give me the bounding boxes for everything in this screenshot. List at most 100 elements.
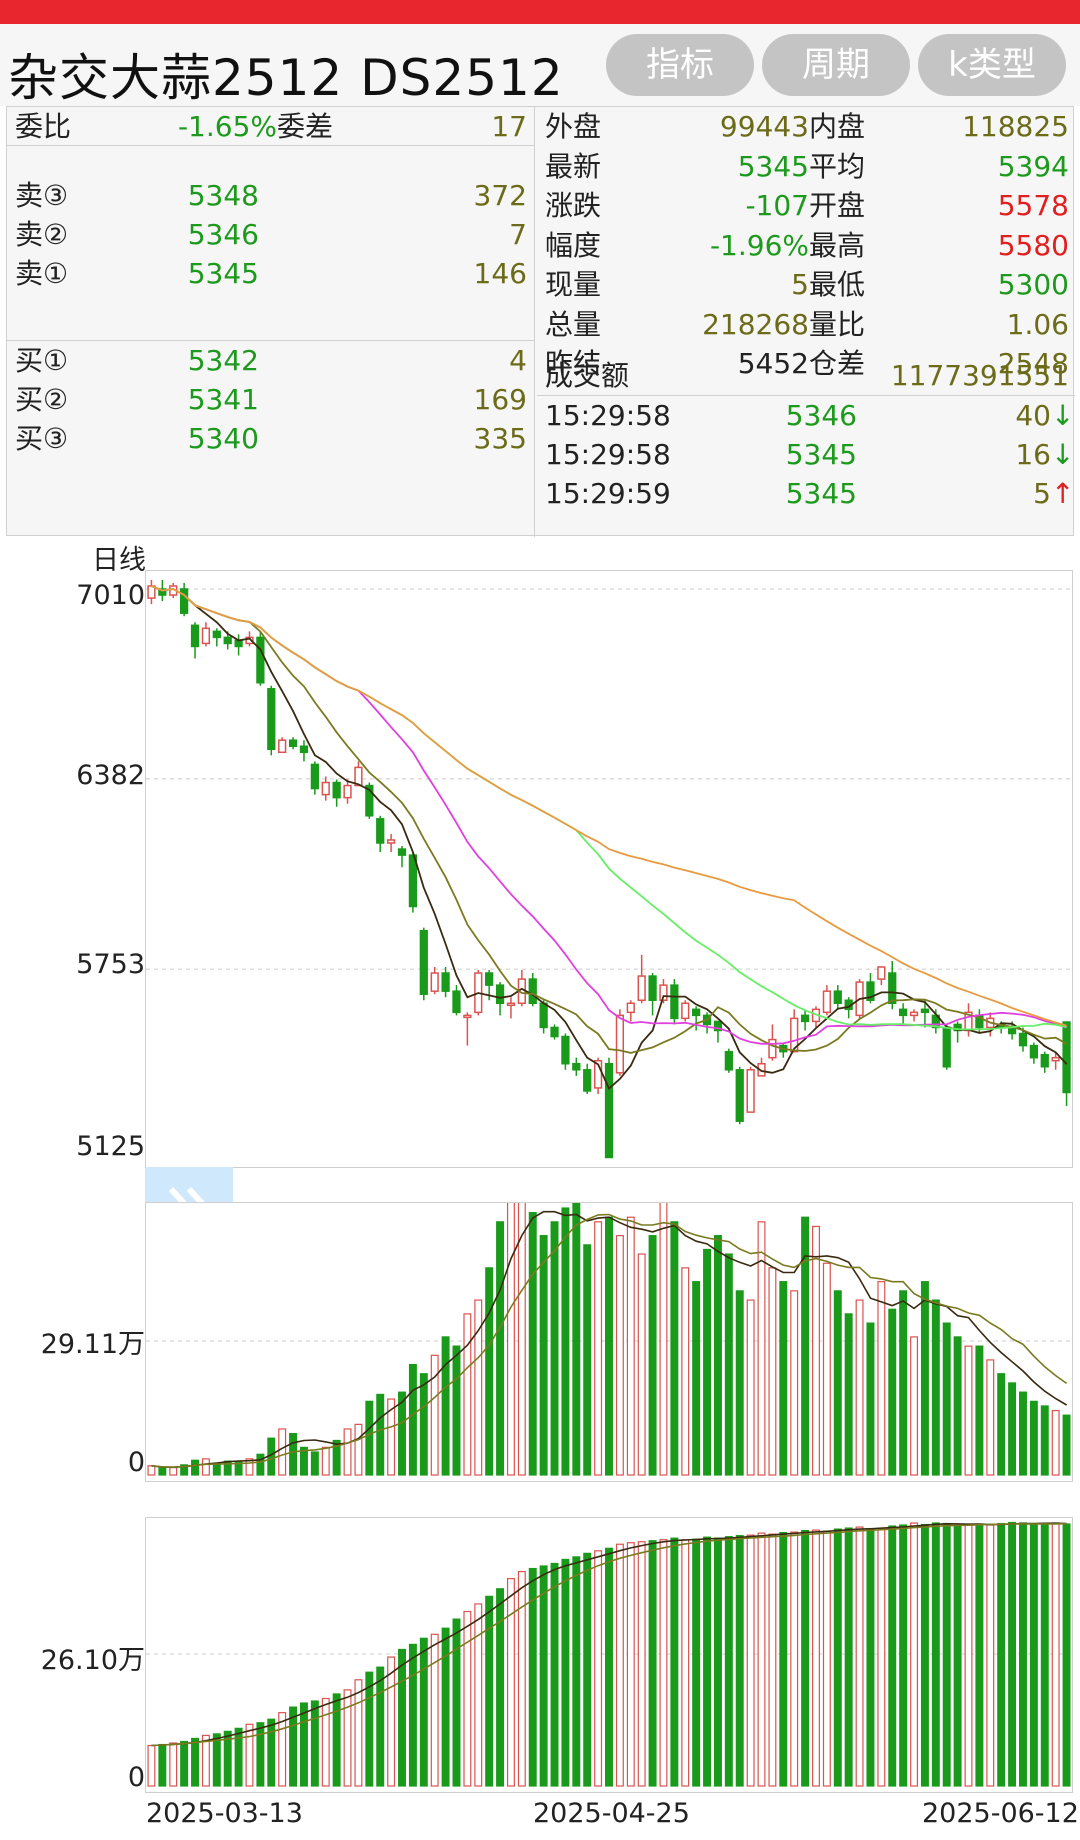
bar	[572, 1556, 581, 1787]
ma5-line	[151, 585, 1068, 1090]
bar	[332, 1693, 341, 1787]
bar	[474, 1603, 483, 1787]
stat-label: 总量	[545, 307, 602, 341]
stat-label: 量比	[809, 307, 866, 341]
bar	[419, 1637, 428, 1787]
candle-body	[1040, 1053, 1049, 1068]
stat-label: 涨跌	[545, 189, 602, 222]
open-interest-chart[interactable]	[145, 1517, 1073, 1793]
candle-body	[692, 1008, 701, 1017]
bar	[626, 1216, 635, 1476]
bar	[506, 1188, 515, 1476]
candle-body	[768, 1038, 777, 1059]
candle-body	[572, 1062, 581, 1071]
bar	[877, 1527, 886, 1787]
bar	[169, 1742, 178, 1787]
bar	[419, 1373, 428, 1476]
bar	[1040, 1405, 1049, 1476]
bar	[866, 1322, 875, 1476]
weicha-label: 委差	[277, 110, 334, 143]
bar	[354, 1423, 363, 1476]
candle-body	[223, 636, 232, 645]
candle-body	[299, 745, 309, 754]
bar	[855, 1526, 864, 1787]
bar	[561, 1207, 570, 1476]
divider	[537, 395, 1075, 396]
candle-body	[234, 639, 243, 648]
period-button[interactable]: 周期	[762, 34, 910, 96]
bar	[387, 1656, 396, 1787]
bar	[408, 1363, 417, 1476]
bar	[899, 1290, 908, 1476]
page-title: 杂交大蒜2512 DS2512	[8, 49, 564, 107]
candle-body	[386, 839, 396, 844]
y-tick-label: 6382	[76, 760, 145, 791]
stat-row: 最新 5345 平均 5394	[537, 148, 1075, 186]
bar	[1029, 1400, 1038, 1476]
ask-price: 5346	[187, 218, 259, 251]
bar	[278, 1428, 287, 1476]
ask-label: 卖②	[15, 218, 69, 251]
candle-body	[528, 978, 537, 1005]
bar	[833, 1290, 842, 1476]
bid-label: 买③	[15, 422, 69, 455]
candle-body	[920, 1008, 930, 1014]
stat-row: 外盘 99443 内盘 118825	[537, 108, 1075, 146]
bar	[583, 1552, 592, 1787]
kline-chart[interactable]	[145, 570, 1073, 1168]
bar	[942, 1322, 951, 1476]
candle-body	[550, 1026, 559, 1038]
bar	[964, 1345, 973, 1476]
stat-value: -1.96%	[709, 228, 809, 262]
bar	[245, 1723, 254, 1787]
volume-chart[interactable]	[145, 1188, 1073, 1482]
tick-time: 15:29:58	[545, 399, 671, 432]
bar	[670, 1537, 679, 1787]
bar	[1062, 1523, 1071, 1787]
bar	[910, 1336, 919, 1476]
bar	[637, 1541, 646, 1787]
candle-body	[288, 739, 298, 747]
order-book: 委比 -1.65% 委差 17 卖③ 5348 372 卖② 5346 7 卖①…	[7, 107, 535, 537]
bar	[452, 1345, 461, 1476]
tick-price: 5345	[785, 438, 857, 471]
bar	[986, 1359, 995, 1476]
candle-body	[626, 1002, 635, 1014]
bar	[158, 1743, 167, 1787]
stat-label: 外盘	[545, 110, 602, 143]
bar	[735, 1535, 744, 1787]
candle-body	[463, 1014, 472, 1019]
stat-value: -107	[745, 189, 809, 222]
bar	[812, 1225, 820, 1476]
bid-label: 买②	[15, 383, 69, 416]
bar	[1062, 1414, 1071, 1476]
candle-body	[800, 1014, 810, 1023]
bar	[779, 1281, 788, 1476]
bar	[365, 1671, 374, 1787]
bar	[441, 1336, 450, 1476]
bar	[790, 1531, 799, 1787]
bar	[289, 1432, 298, 1476]
bar	[278, 1712, 287, 1787]
bar	[463, 1610, 472, 1787]
stat-label: 内盘	[809, 110, 866, 143]
tick-row: 15:29:58 5346 40 ↓	[537, 397, 1075, 435]
bar	[147, 1465, 156, 1476]
candle-body	[256, 636, 265, 684]
ma60-line	[151, 585, 1067, 1027]
y-tick-label: 29.11万	[40, 1329, 145, 1360]
stat-label: 开盘	[809, 189, 866, 222]
bar	[1051, 1522, 1060, 1787]
bar	[539, 1235, 548, 1476]
bar	[986, 1524, 995, 1787]
stat-row: 现量 5 最低 5300	[537, 266, 1075, 304]
stat-row: 总量 218268 量比 1.06	[537, 306, 1075, 344]
bar	[1040, 1522, 1049, 1787]
indicator-button[interactable]: 指标	[606, 34, 754, 96]
candle-body	[877, 966, 886, 980]
bar	[561, 1558, 570, 1787]
candle-body	[419, 929, 428, 995]
bar	[485, 1595, 494, 1787]
ask-price: 5345	[187, 257, 259, 290]
k-type-button[interactable]: k类型	[918, 34, 1066, 96]
